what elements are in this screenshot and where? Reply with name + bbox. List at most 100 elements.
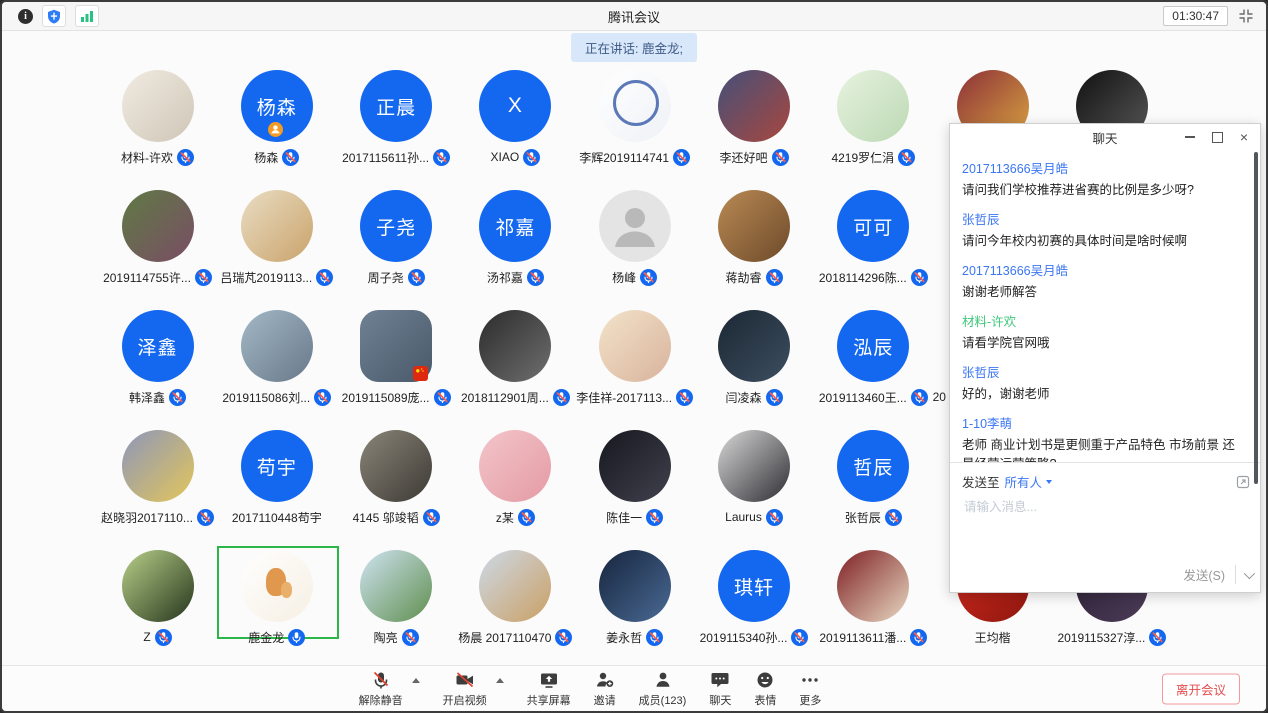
participant-name: 4145 邬竣韬 [353, 509, 419, 526]
toolbar-members[interactable]: 成员(123) [639, 670, 687, 708]
toolbar-invite[interactable]: 邀请 [594, 670, 616, 708]
message-text: 老师 商业计划书是更侧重于产品特色 市场前景 还是经营运营策略? 、 [962, 436, 1246, 462]
popout-chat-icon[interactable] [1236, 475, 1250, 489]
expand-caret-icon[interactable] [496, 678, 504, 683]
message-text: 请问今年校内初赛的具体时间是啥时候啊 [962, 232, 1246, 251]
participant-name: 李还好吧 [719, 149, 767, 166]
participant-name: 姜永哲 [606, 629, 642, 646]
avatar [599, 190, 671, 262]
leave-meeting-button[interactable]: 离开会议 [1162, 673, 1240, 704]
participant-tile[interactable]: 哲辰张哲辰 [798, 430, 948, 526]
avatar-initials: 哲辰 [837, 430, 909, 502]
avatar [241, 190, 313, 262]
chat-message: 2017113666吴月皓谢谢老师解答 [962, 260, 1246, 302]
deer-art [281, 582, 292, 598]
participant-name: 2017110448苟宇 [232, 509, 322, 526]
camera-muted-icon [455, 670, 475, 690]
toolbar-camera-muted[interactable]: 开启视频 [443, 670, 487, 708]
send-to-dropdown[interactable]: 所有人 [1005, 472, 1053, 491]
speaking-banner: 正在讲话: 鹿金龙; [571, 33, 697, 62]
toolbar-chat[interactable]: 聊天 [709, 670, 731, 708]
avatar: 可可 [837, 190, 909, 262]
participant-name: 闫凌森 [725, 389, 761, 406]
mic-muted-icon [766, 509, 783, 526]
participant-name: 2019113611潘... [819, 629, 906, 646]
toolbar-mic-muted[interactable]: 解除静音 [359, 670, 403, 708]
emoji-icon [755, 670, 775, 690]
participant-name: Z [143, 630, 150, 644]
participant-name: 2019115089庞... [342, 389, 430, 406]
chat-header[interactable]: 聊天 × [950, 124, 1260, 150]
minimize-icon[interactable] [1184, 131, 1196, 143]
mic-muted-icon [169, 389, 186, 406]
avatar-initials: 可可 [837, 190, 909, 262]
participant-name: 2019115340孙... [700, 629, 788, 646]
chat-message: 1-10李萌老师 商业计划书是更侧重于产品特色 市场前景 还是经营运营策略? 、 [962, 413, 1246, 462]
participant-name: 杨晨 2017110470 [458, 629, 551, 646]
avatar [360, 550, 432, 622]
close-icon[interactable]: × [1238, 131, 1250, 143]
toolbar-label: 共享屏幕 [527, 692, 571, 708]
members-icon [653, 670, 673, 690]
avatar [479, 550, 551, 622]
avatar [479, 310, 551, 382]
avatar-initials: 正晨 [360, 70, 432, 142]
toolbar-label: 表情 [754, 692, 776, 708]
message-sender: 2017113666吴月皓 [962, 260, 1246, 279]
toolbar-label: 成员(123) [639, 692, 687, 708]
toolbar-emoji[interactable]: 表情 [754, 670, 776, 708]
participant-name: 2017115611孙... [342, 149, 429, 166]
bottom-toolbar: 解除静音 开启视频 共享屏幕 邀请 成员(123) 聊天表情 更多 离开会议 [2, 665, 1266, 711]
message-text: 请问我们学校推荐进省赛的比例是多少呀? [962, 181, 1246, 200]
participant-name: Laurus [725, 510, 762, 524]
avatar: X [479, 70, 551, 142]
message-text: 好的，谢谢老师 [962, 385, 1246, 404]
toolbar-more[interactable]: 更多 [799, 670, 821, 708]
message-text: 请看学院官网哦 [962, 334, 1246, 353]
send-options-chevron-icon[interactable] [1244, 567, 1255, 578]
participant-name: 20 [933, 390, 946, 404]
default-person-icon [599, 190, 671, 262]
message-text: 谢谢老师解答 [962, 283, 1246, 302]
participant-name: 材料-许欢 [121, 149, 173, 166]
mic-muted-icon [423, 509, 440, 526]
avatar [122, 550, 194, 622]
participant-name: 赵晓羽2017110... [101, 509, 193, 526]
avatar-initials: 祁嘉 [479, 190, 551, 262]
avatar [241, 310, 313, 382]
mic-on-icon [288, 629, 305, 646]
mic-muted-icon [177, 149, 194, 166]
mic-muted-icon [646, 629, 663, 646]
member-orange-badge-icon [268, 122, 283, 137]
toolbar-label: 解除静音 [359, 692, 403, 708]
chat-message: 2017113666吴月皓请问我们学校推荐进省赛的比例是多少呀? [962, 158, 1246, 200]
mic-muted-icon [646, 509, 663, 526]
chat-input-area: 发送至 所有人 发送(S) [950, 462, 1260, 592]
toolbar-label: 开启视频 [443, 692, 487, 708]
toolbar-label: 邀请 [594, 692, 616, 708]
avatar [837, 550, 909, 622]
maximize-icon[interactable] [1211, 131, 1223, 143]
screen-share-icon [539, 670, 559, 690]
avatar-initials: 苟宇 [241, 430, 313, 502]
participant-name: 王均楷 [975, 629, 1011, 646]
toolbar-screen-share[interactable]: 共享屏幕 [527, 670, 571, 708]
toolbar-label: 更多 [799, 692, 821, 708]
send-button[interactable]: 发送(S) [1183, 565, 1236, 584]
participant-name: 陶亮 [374, 629, 398, 646]
mic-muted-icon [1149, 629, 1166, 646]
participant-name: 韩泽鑫 [129, 389, 165, 406]
participant-name: 汤祁嘉 [487, 269, 523, 286]
message-input[interactable] [962, 499, 1236, 515]
expand-caret-icon[interactable] [412, 678, 420, 683]
avatar: 哲辰 [837, 430, 909, 502]
avatar [718, 310, 790, 382]
avatar [837, 70, 909, 142]
mic-muted-icon [518, 509, 535, 526]
avatar [122, 190, 194, 262]
participant-tile[interactable]: 可可2018114296陈... [798, 190, 948, 286]
chat-scrollbar[interactable] [1254, 152, 1258, 484]
avatar [718, 190, 790, 262]
participant-name: 4219罗仁涓 [831, 149, 894, 166]
chat-title: 聊天 [1092, 128, 1117, 147]
